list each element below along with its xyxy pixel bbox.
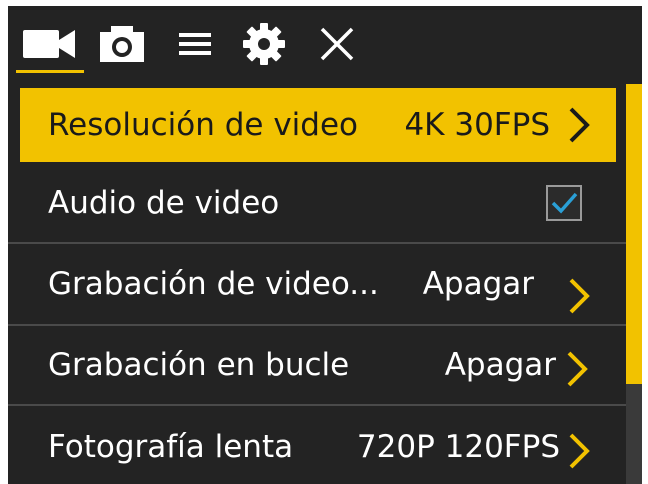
audio-checkbox[interactable]	[546, 185, 582, 221]
menu-item-video-audio[interactable]: Audio de video	[8, 164, 626, 244]
menu-item-slow-motion[interactable]: Fotografía lenta 720P 120FPS	[8, 406, 626, 484]
chevron-right-icon	[569, 278, 590, 314]
menu-list-icon	[179, 33, 211, 55]
checkmark-icon	[551, 192, 578, 214]
active-tab-indicator	[16, 70, 84, 73]
camera-settings-screen: Resolución de video 4K 30FPS Audio de vi…	[8, 6, 642, 484]
menu-scrollbar[interactable]	[626, 84, 642, 484]
menu-item-label: Fotografía lenta	[48, 429, 294, 465]
video-camera-icon	[23, 30, 75, 58]
menu-item-label: Grabación de video...	[48, 266, 379, 302]
close-icon	[320, 27, 354, 61]
tab-photo[interactable]	[92, 20, 152, 68]
scrollbar-thumb[interactable]	[626, 84, 642, 384]
chevron-right-icon	[567, 351, 588, 387]
menu-item-loop-recording[interactable]: Grabación en bucle Apagar	[8, 326, 626, 406]
mode-tab-bar	[8, 6, 642, 84]
gear-icon	[243, 23, 285, 65]
menu-item-video-recording[interactable]: Grabación de video... Apagar	[8, 244, 626, 326]
menu-item-label: Grabación en bucle	[48, 347, 350, 383]
tab-settings[interactable]	[236, 20, 292, 68]
menu-item-value: Apagar	[422, 266, 534, 302]
menu-item-value: 4K 30FPS	[404, 107, 550, 143]
menu-item-value: 720P 120FPS	[356, 429, 560, 465]
menu-item-label: Audio de video	[48, 185, 280, 221]
menu-item-video-resolution[interactable]: Resolución de video 4K 30FPS	[20, 88, 616, 162]
menu-item-label: Resolución de video	[48, 107, 358, 143]
menu-item-value: Apagar	[444, 347, 556, 383]
camera-icon	[100, 26, 144, 62]
chevron-right-icon	[569, 107, 590, 143]
tab-list[interactable]	[170, 20, 220, 68]
tab-video[interactable]	[18, 20, 80, 68]
chevron-right-icon	[569, 433, 590, 469]
tab-close[interactable]	[310, 20, 364, 68]
